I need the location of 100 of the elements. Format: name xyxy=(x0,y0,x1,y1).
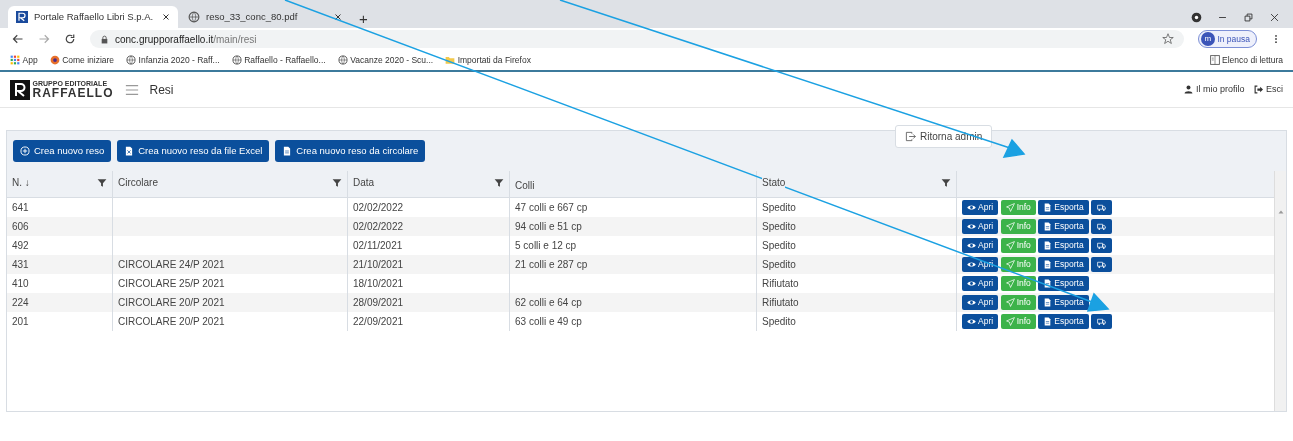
user-link[interactable]: Esci xyxy=(1254,82,1283,97)
bookmark[interactable]: Vacanze 2020 - Scu... xyxy=(337,53,434,67)
eye-icon xyxy=(967,317,976,327)
table-cell: 492 xyxy=(12,240,29,252)
truck-icon xyxy=(1097,260,1107,270)
table-row[interactable]: 606 02/02/2022 94 colli e 51 cp Spedito Apri Info Esporta xyxy=(7,217,1274,237)
shipping-button[interactable] xyxy=(1091,200,1113,216)
create-button[interactable]: Crea nuovo reso da circolare xyxy=(275,140,426,163)
table-cell: Rifiutato xyxy=(762,297,799,309)
user-link[interactable]: Il mio profilo xyxy=(1184,82,1245,97)
table-cell: 22/09/2021 xyxy=(353,316,404,328)
export-button[interactable]: Esporta xyxy=(1038,295,1089,311)
table-cell: 21/10/2021 xyxy=(353,259,404,271)
table-cell: 63 colli e 49 cp xyxy=(515,316,582,328)
table-cell: 94 colli e 51 cp xyxy=(515,221,582,233)
shipping-button[interactable] xyxy=(1091,238,1113,254)
column-header[interactable]: Stato xyxy=(757,171,957,199)
globe-icon xyxy=(126,55,137,65)
reading-list-button[interactable]: Elenco di lettura xyxy=(1209,53,1283,67)
eye-icon xyxy=(967,241,976,251)
forward-icon xyxy=(38,33,50,45)
document-icon xyxy=(1043,298,1053,308)
table-cell: 21 colli e 287 cp xyxy=(515,259,588,271)
globe-icon xyxy=(231,55,242,65)
logo-icon xyxy=(10,79,30,100)
column-header[interactable]: N. ↓ xyxy=(7,171,113,199)
table-cell: CIRCOLARE 24/P 2021 xyxy=(118,259,225,271)
column-header[interactable]: Circolare xyxy=(113,171,348,199)
table-cell: CIRCOLARE 25/P 2021 xyxy=(118,278,225,290)
reading-list-icon xyxy=(1209,55,1220,65)
eye-icon xyxy=(967,260,976,270)
table-cell: 410 xyxy=(12,278,29,290)
reload-icon xyxy=(64,33,76,45)
address-field[interactable]: conc.grupporaffaello.it/main/resi xyxy=(115,31,257,47)
table-cell: 641 xyxy=(12,202,29,214)
truck-icon xyxy=(1097,222,1107,232)
view-button[interactable]: Apri xyxy=(962,219,999,235)
export-button[interactable]: Esporta xyxy=(1038,276,1089,292)
record-icon xyxy=(1191,11,1202,23)
browser-tab[interactable]: reso_33_conc_80.pdf xyxy=(180,6,350,28)
bookmark[interactable]: App xyxy=(10,53,38,67)
menu-icon xyxy=(123,82,140,97)
eye-icon xyxy=(967,203,976,213)
export-button[interactable]: Esporta xyxy=(1038,200,1089,216)
eye-icon xyxy=(967,222,976,232)
table-cell: Spedito xyxy=(762,202,796,214)
truck-icon xyxy=(1097,241,1107,251)
table-cell: 28/09/2021 xyxy=(353,297,404,309)
column-header[interactable]: Colli xyxy=(510,171,757,199)
profile-button[interactable]: m In pausa xyxy=(1197,30,1257,48)
add-icon xyxy=(20,146,30,157)
truck-icon xyxy=(1097,317,1107,327)
exit-icon xyxy=(905,131,916,142)
table-row[interactable]: 224 CIRCOLARE 20/P 2021 28/09/2021 62 colli e 64 cp Rifiutato Apri Info Esporta xyxy=(7,293,1274,313)
table-cell: 224 xyxy=(12,297,29,309)
shipping-button[interactable] xyxy=(1091,219,1113,235)
logo-icon xyxy=(16,11,28,23)
view-button[interactable]: Apri xyxy=(962,276,999,292)
view-button[interactable]: Apri xyxy=(962,238,999,254)
close-icon xyxy=(1269,11,1280,23)
bookmark[interactable]: Raffaello - Raffaello... xyxy=(231,53,326,67)
column-header[interactable]: Data xyxy=(348,171,510,199)
table-cell: 18/10/2021 xyxy=(353,278,404,290)
create-button[interactable]: Crea nuovo reso xyxy=(13,140,112,163)
export-button[interactable]: Esporta xyxy=(1038,257,1089,273)
browser-icon xyxy=(49,55,60,65)
create-button[interactable]: Crea nuovo reso da file Excel xyxy=(117,140,270,163)
bookmark[interactable]: Come iniziare xyxy=(49,53,115,67)
bookmark[interactable]: Infanzia 2020 - Raff... xyxy=(126,53,220,67)
table-cell: 5 colli e 12 cp xyxy=(515,240,577,252)
lock-icon xyxy=(100,34,109,44)
table-cell: 62 colli e 64 cp xyxy=(515,297,582,309)
shipping-button[interactable] xyxy=(1091,257,1113,273)
table-cell: Spedito xyxy=(762,259,796,271)
view-button[interactable]: Apri xyxy=(962,295,999,311)
table-cell: Spedito xyxy=(762,316,796,328)
table-cell: Spedito xyxy=(762,240,796,252)
document-icon xyxy=(1043,241,1053,251)
truck-icon xyxy=(1097,203,1107,213)
view-button[interactable]: Apri xyxy=(962,200,999,216)
apps-icon xyxy=(10,55,20,65)
export-button[interactable]: Esporta xyxy=(1038,238,1089,254)
document-icon xyxy=(1043,203,1053,213)
export-button[interactable]: Esporta xyxy=(1038,219,1089,235)
view-button[interactable]: Apri xyxy=(962,314,999,330)
export-button[interactable]: Esporta xyxy=(1038,314,1089,330)
document-icon xyxy=(1043,222,1053,232)
table-cell: 606 xyxy=(12,221,29,233)
table-cell: Rifiutato xyxy=(762,278,799,290)
document-icon xyxy=(1043,260,1053,270)
browser-tab[interactable]: Portale Raffaello Libri S.p.A. xyxy=(8,6,178,28)
document-icon xyxy=(282,146,293,157)
table-cell: 02/02/2022 xyxy=(353,221,404,233)
shipping-button[interactable] xyxy=(1091,314,1113,330)
star-icon xyxy=(1161,33,1174,45)
globe-icon xyxy=(188,11,200,23)
eye-icon xyxy=(967,279,976,289)
table-cell: 02/02/2022 xyxy=(353,202,404,214)
scrollbar[interactable] xyxy=(1274,171,1286,412)
table-cell: Spedito xyxy=(762,221,796,233)
